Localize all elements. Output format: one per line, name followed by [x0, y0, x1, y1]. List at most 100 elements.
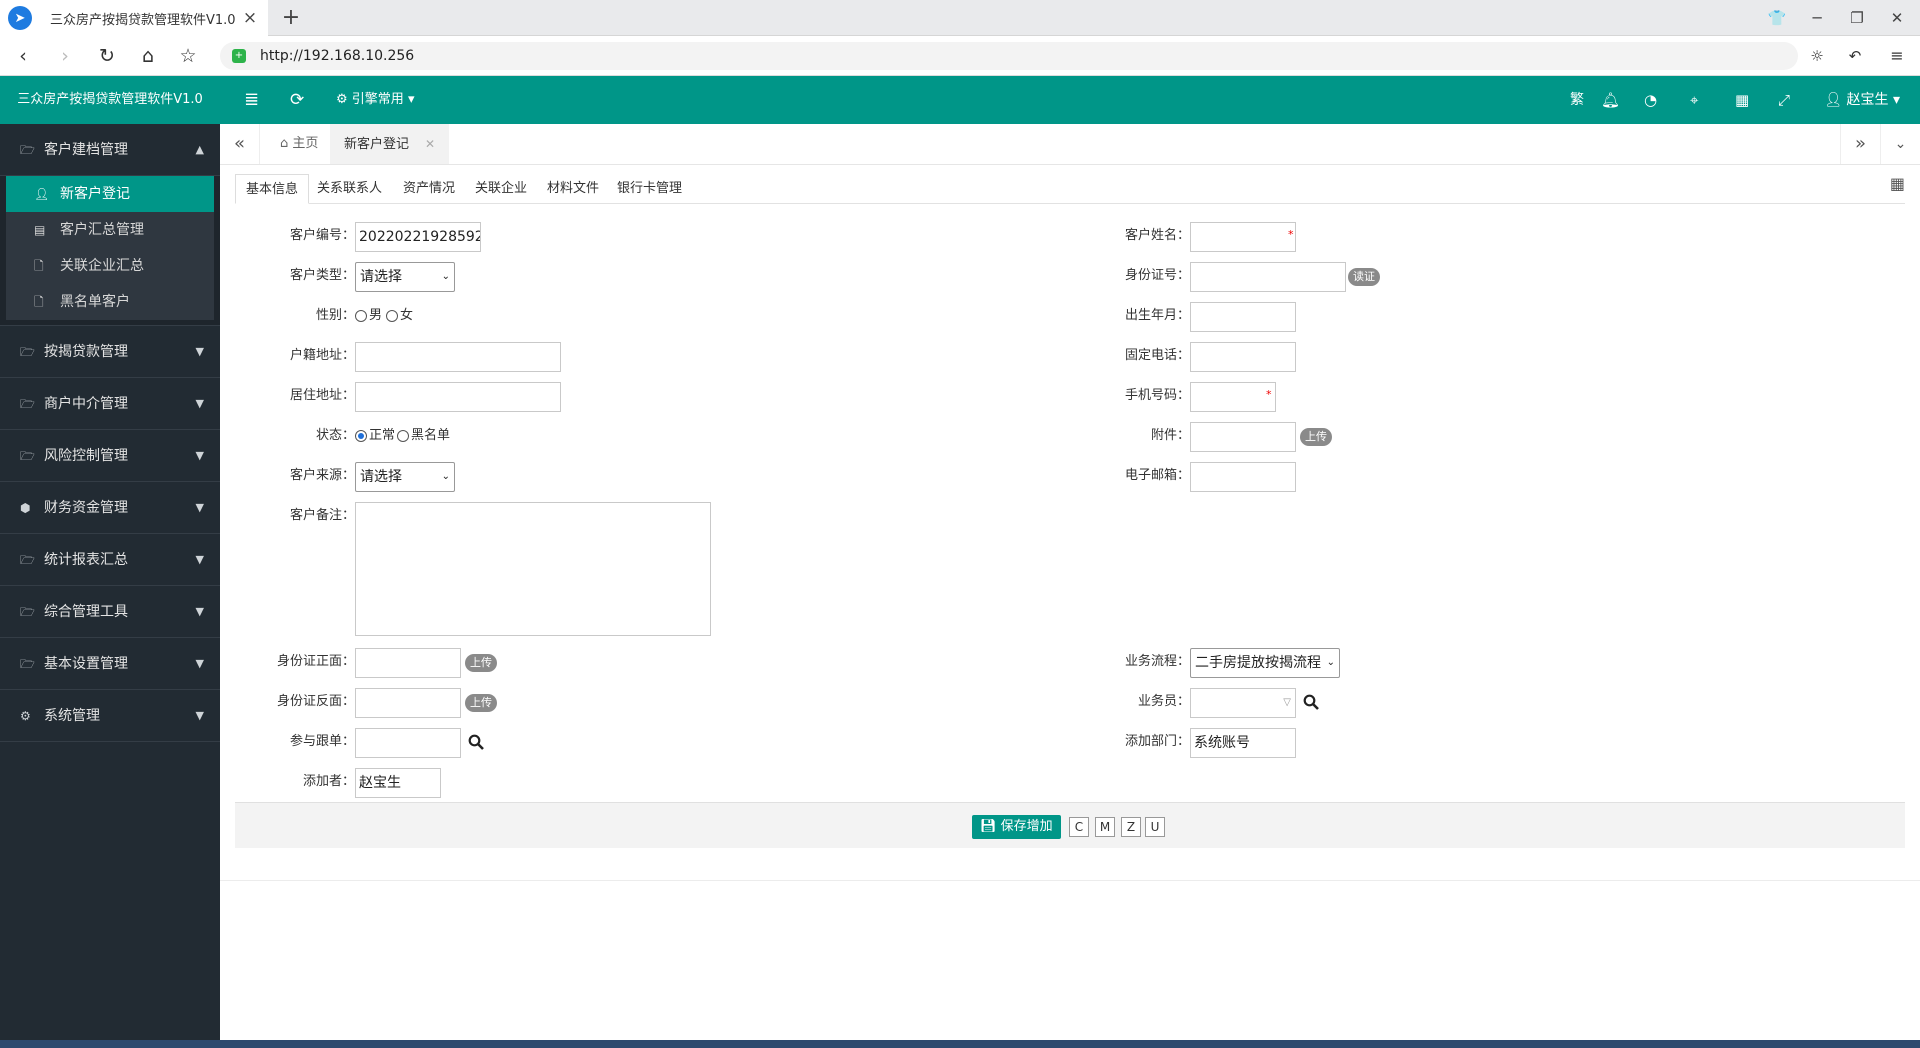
sidebar-group-label: 客户建档管理 — [44, 141, 128, 158]
qrcode-icon[interactable]: ▦ — [1735, 76, 1749, 124]
gender-male-radio[interactable] — [355, 310, 367, 322]
mobile-field[interactable] — [1190, 382, 1276, 412]
tab-home[interactable]: ⌂ 主页 — [266, 124, 332, 164]
tab-close-icon[interactable]: × — [238, 8, 262, 28]
fullscreen-icon[interactable]: ⤢ — [1778, 76, 1790, 124]
minimize-icon[interactable]: ─ — [1797, 4, 1837, 32]
sidebar-group-mortgage[interactable]: 🗁︎ 按揭贷款管理 ▼ — [0, 326, 220, 378]
sidebar-group-tools[interactable]: 🗁︎ 综合管理工具 ▼ — [0, 586, 220, 638]
tab-basic-info[interactable]: 基本信息 — [235, 174, 310, 204]
sidebar-group-system[interactable]: ⚙ 系统管理 ▼ — [0, 690, 220, 742]
birth-field[interactable] — [1190, 302, 1296, 332]
save-add-button[interactable]: 💾︎ 保存增加 — [972, 815, 1061, 839]
sidebar-group-label: 风险控制管理 — [44, 447, 128, 464]
menu-icon[interactable]: ≡ — [1882, 42, 1912, 70]
id-number-label: 身份证号： — [1124, 268, 1190, 283]
bookmark-star-icon[interactable]: ☆ — [173, 42, 203, 70]
tag-icon[interactable]: ⌖ — [1690, 76, 1698, 124]
search-icon[interactable] — [1303, 694, 1319, 710]
gender-female-radio[interactable] — [386, 310, 399, 322]
sidebar-group-finance[interactable]: ⬢ 财务资金管理 ▼ — [0, 482, 220, 534]
sidebar-item-label: 新客户登记 — [60, 186, 130, 202]
qrcode-icon[interactable]: ▦ — [1890, 174, 1905, 193]
phone-field[interactable] — [1190, 342, 1296, 372]
flow-select[interactable]: 二手房提放按揭流程 ⌄ — [1190, 648, 1340, 678]
address-bar: ‹ › ↻ ⌂ ☆ + http://192.168.10.256 ☼ ↶ ≡ — [0, 36, 1920, 76]
form-tabs: 基本信息 关系联系人 资产情况 关联企业 材料文件 银行卡管理 ▦ — [235, 174, 1905, 204]
tab-contacts[interactable]: 关系联系人 — [307, 174, 392, 204]
staff-combo[interactable]: ▽ — [1190, 688, 1296, 718]
sidebar-item-customer-summary[interactable]: ▤ 客户汇总管理 — [0, 212, 220, 248]
user-name: 赵宝生 — [1846, 92, 1889, 108]
dept-field[interactable]: 系统账号 — [1190, 728, 1296, 758]
engine-menu[interactable]: ⚙ 引擎常用 ▾ — [336, 76, 414, 124]
id-number-field[interactable] — [1190, 262, 1346, 292]
skin-icon[interactable]: 👕 — [1757, 4, 1797, 32]
tab-related-company[interactable]: 关联企业 — [465, 174, 537, 204]
tab-assets[interactable]: 资产情况 — [393, 174, 465, 204]
status-blacklist-radio[interactable] — [397, 430, 410, 442]
tabs-scroll-left-icon[interactable]: « — [220, 124, 260, 164]
reload-icon[interactable]: ↻ — [92, 42, 122, 70]
sidebar-item-related-company[interactable]: 🗋 关联企业汇总 — [0, 248, 220, 284]
tab-new-customer[interactable]: 新客户登记 ✕ — [330, 124, 450, 164]
attachment-upload-button[interactable]: 上传 — [1300, 428, 1332, 446]
restore-icon[interactable]: ❐ — [1837, 4, 1877, 32]
hukou-field[interactable] — [355, 342, 561, 372]
customer-name-field[interactable] — [1190, 222, 1296, 252]
key-m-button[interactable]: M — [1095, 817, 1115, 837]
sidebar-item-new-customer[interactable]: 👤︎ 新客户登记 — [0, 176, 220, 212]
status-normal-radio[interactable] — [355, 430, 367, 442]
sidebar-group-settings[interactable]: 🗁︎ 基本设置管理 ▼ — [0, 638, 220, 690]
search-icon[interactable] — [468, 734, 484, 750]
forward-icon[interactable]: › — [50, 42, 80, 70]
sidebar-group-report[interactable]: 🗁︎ 统计报表汇总 ▼ — [0, 534, 220, 586]
traditional-toggle-icon[interactable]: 繁 — [1570, 76, 1584, 124]
key-u-button[interactable]: U — [1145, 817, 1165, 837]
tabs-scroll-right-icon[interactable]: » — [1840, 124, 1880, 164]
brightness-icon[interactable]: ☼ — [1802, 42, 1832, 70]
tab-materials[interactable]: 材料文件 — [537, 174, 609, 204]
toggle-sidebar-icon[interactable]: ≣ — [244, 76, 259, 124]
id-back-upload-button[interactable]: 上传 — [465, 694, 497, 712]
customer-type-select[interactable]: 请选择 ⌄ — [355, 262, 455, 292]
gender-label: 性别： — [315, 308, 355, 323]
refresh-icon[interactable]: ⟳ — [290, 76, 304, 124]
user-menu[interactable]: 👤︎ 赵宝生 ▾ — [1824, 76, 1900, 124]
sidebar-group-risk[interactable]: 🗁︎ 风险控制管理 ▼ — [0, 430, 220, 482]
theme-icon[interactable]: ◔ — [1644, 76, 1657, 124]
sidebar-group-customer[interactable]: 🗁︎ 客户建档管理 ▲ — [0, 124, 220, 176]
remark-textarea[interactable] — [355, 502, 711, 636]
email-field[interactable] — [1190, 462, 1296, 492]
residence-field[interactable] — [355, 382, 561, 412]
sidebar-item-blacklist[interactable]: 🗋 黑名单客户 — [0, 284, 220, 320]
undo-icon[interactable]: ↶ — [1840, 42, 1870, 70]
tab-close-icon[interactable]: ✕ — [425, 137, 435, 151]
browser-tab[interactable]: ➤ 三众房产按揭贷款管理软件V1.0 × — [0, 0, 268, 36]
back-icon[interactable]: ‹ — [8, 42, 38, 70]
adder-field[interactable]: 赵宝生 — [355, 768, 441, 798]
home-icon[interactable]: ⌂ — [133, 42, 163, 70]
key-z-button[interactable]: Z — [1121, 817, 1141, 837]
bell-icon[interactable]: 🔔︎ — [1601, 76, 1620, 124]
browser-logo-icon: ➤ — [8, 6, 32, 30]
url-field[interactable]: + http://192.168.10.256 — [220, 42, 1798, 70]
customer-no-field[interactable]: 20220221928592 — [355, 222, 481, 252]
window-close-icon[interactable]: ✕ — [1877, 4, 1917, 32]
id-back-field[interactable] — [355, 688, 461, 718]
app-header: 三众房产按揭贷款管理软件V1.0 ≣ ⟳ ⚙ 引擎常用 ▾ 繁 🔔︎ ◔ ⌖ ▦… — [0, 76, 1920, 124]
phone-label: 固定电话： — [1124, 348, 1190, 363]
source-select[interactable]: 请选择 ⌄ — [355, 462, 455, 492]
follow-field[interactable] — [355, 728, 461, 758]
id-front-upload-button[interactable]: 上传 — [465, 654, 497, 672]
sidebar-group-agent[interactable]: 🗁︎ 商户中介管理 ▼ — [0, 378, 220, 430]
key-c-button[interactable]: C — [1069, 817, 1089, 837]
chevron-down-icon: ▼ — [195, 605, 204, 618]
tab-bank-card[interactable]: 银行卡管理 — [607, 174, 692, 204]
attachment-field[interactable] — [1190, 422, 1296, 452]
id-front-field[interactable] — [355, 648, 461, 678]
read-id-button[interactable]: 读证 — [1348, 268, 1380, 286]
triangle-down-icon: ▽ — [1283, 697, 1291, 708]
tabs-menu-chevron-icon[interactable]: ⌄ — [1880, 124, 1920, 164]
new-tab-icon[interactable]: + — [278, 4, 304, 32]
